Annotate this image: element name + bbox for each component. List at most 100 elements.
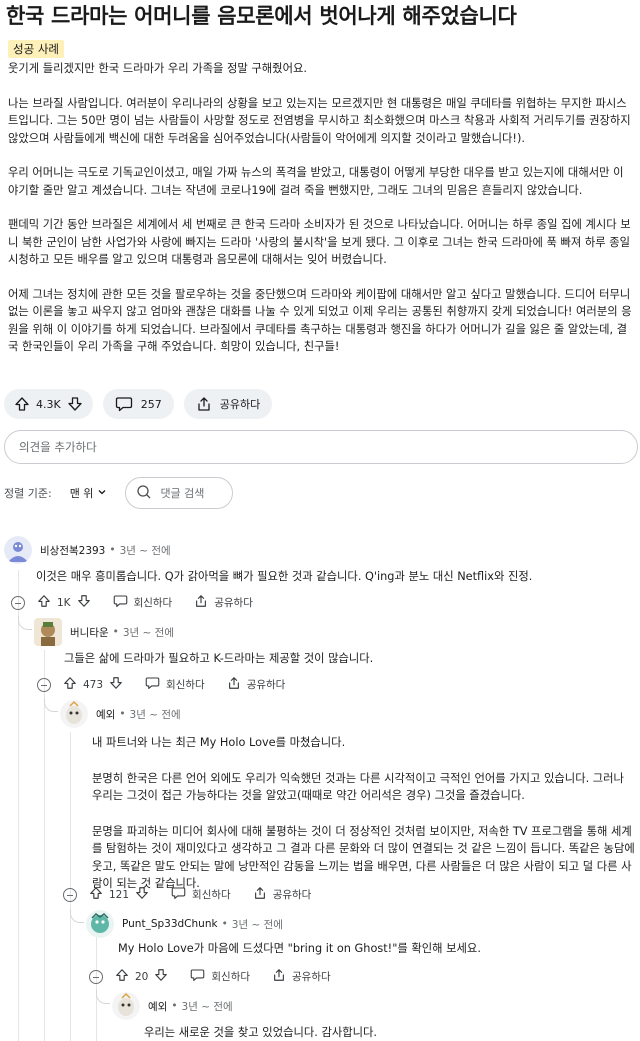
upvote-icon[interactable]	[14, 396, 30, 412]
comment-paragraph: 문명을 파괴하는 미디어 회사에 대해 불평하는 것이 더 정상적인 것처럼 보…	[92, 824, 635, 891]
comment-bubble-icon	[145, 676, 160, 693]
reply-button[interactable]: 회신하다	[190, 968, 250, 985]
sort-value: 맨 위	[69, 487, 94, 500]
post-paragraph: 팬데믹 기간 동안 브라질은 세계에서 세 번째로 큰 한국 드라마 소비자가 …	[8, 218, 631, 266]
comments-button[interactable]: 257	[102, 389, 174, 419]
comment-time: 3년 ~ 전에	[231, 918, 283, 931]
downvote-icon[interactable]	[67, 396, 83, 412]
reply-button[interactable]: 회신하다	[145, 676, 205, 693]
share-button[interactable]: 공유하다	[272, 968, 331, 985]
avatar[interactable]	[112, 992, 140, 1020]
comment-bubble-icon	[115, 396, 133, 412]
comment-paragraph: My Holo Love가 마음에 드셨다면 "bring it on Ghos…	[118, 942, 481, 955]
upvote-icon[interactable]	[89, 886, 103, 903]
share-label: 공유하다	[219, 398, 261, 411]
downvote-icon[interactable]	[154, 968, 168, 985]
comment-time: 3년 ~ 전에	[181, 1000, 233, 1013]
comment-time: 3년 ~ 전에	[122, 626, 174, 639]
post-vote-pill: 4.3K	[4, 389, 93, 419]
post-paragraph: 웃기게 들리겠지만 한국 드라마가 우리 가족을 정말 구해줬어요.	[8, 62, 307, 75]
comment-header: 예외 • 3년 ~ 전에	[60, 700, 636, 728]
share-icon	[227, 676, 241, 693]
sort-dropdown[interactable]: 맨 위	[70, 485, 108, 501]
share-button[interactable]: 공유하다	[194, 594, 253, 611]
collapse-icon[interactable]	[37, 677, 51, 692]
thread-elbow	[18, 616, 32, 630]
comment-header: 버니타운 • 3년 ~ 전에	[34, 618, 634, 646]
comment-author[interactable]: 비상전복2393	[40, 543, 105, 558]
comment-paragraph: 분명히 한국은 다른 언어 외에도 우리가 익숙했던 것과는 다른 시각적이고 …	[92, 771, 624, 803]
comment: 예외 • 3년 ~ 전에 우리는 새로운 것을 찾고 있었습니다. 감사합니다.	[112, 992, 636, 1041]
comment-vote-count: 1K	[57, 596, 71, 609]
downvote-icon[interactable]	[77, 594, 91, 611]
comment-author[interactable]: 버니타운	[70, 625, 109, 640]
comment-author[interactable]: Punt_Sp33dChunk	[122, 918, 218, 930]
reply-button[interactable]: 회신하다	[171, 886, 231, 903]
avatar[interactable]	[60, 700, 88, 728]
comment-search-input[interactable]: 댓글 검색	[125, 477, 234, 509]
share-button[interactable]: 공유하다	[183, 389, 273, 419]
comment-time: 3년 ~ 전에	[129, 708, 181, 721]
comment-header: Punt_Sp33dChunk • 3년 ~ 전에	[86, 910, 636, 938]
collapse-icon[interactable]	[11, 595, 25, 610]
chevron-down-icon	[97, 487, 107, 500]
comment-body: My Holo Love가 마음에 드셨다면 "bring it on Ghos…	[86, 940, 636, 958]
comment-count: 257	[140, 397, 162, 411]
avatar[interactable]	[4, 536, 32, 564]
comment-paragraph: 그들은 삶에 드라마가 필요하고 K-드라마는 제공할 것이 많습니다.	[64, 652, 374, 665]
post-vote-count: 4.3K	[36, 397, 61, 411]
comment: 예외 • 3년 ~ 전에 내 파트너와 나는 최근 My Holo Love를 …	[60, 700, 636, 893]
comment-time: 3년 ~ 전에	[119, 544, 171, 557]
upvote-icon[interactable]	[37, 594, 51, 611]
sort-label: 정렬 기준:	[4, 487, 52, 500]
comment-author[interactable]: 예외	[96, 707, 115, 722]
reply-label: 회신하다	[133, 597, 173, 609]
comment-vote: 1K	[37, 594, 91, 611]
thread-elbow	[96, 990, 110, 1004]
post-flair[interactable]: 성공 사례	[8, 40, 64, 58]
avatar[interactable]	[86, 910, 114, 938]
comment-header: 비상전복2393 • 3년 ~ 전에	[4, 536, 634, 564]
post-paragraph: 나는 브라질 사람입니다. 여러분이 우리나라의 상황을 보고 있는지는 모르겠…	[8, 96, 631, 145]
share-button[interactable]: 공유하다	[227, 676, 285, 693]
comment-header: 예외 • 3년 ~ 전에	[112, 992, 636, 1020]
share-icon	[196, 396, 212, 412]
comment-body: 그들은 삶에 드라마가 필요하고 K-드라마는 제공할 것이 많습니다.	[34, 650, 634, 668]
share-icon	[272, 968, 286, 985]
collapse-icon[interactable]	[89, 969, 103, 984]
post-body: 웃기게 들리겠지만 한국 드라마가 우리 가족을 정말 구해줬어요. 나는 브라…	[4, 60, 636, 356]
sort-row: 정렬 기준: 맨 위 댓글 검색	[4, 477, 234, 509]
downvote-icon[interactable]	[109, 676, 123, 693]
downvote-icon[interactable]	[135, 886, 149, 903]
comment-input-placeholder: 의견을 추가하다	[19, 440, 97, 454]
share-label: 공유하다	[214, 597, 253, 609]
reply-label: 회신하다	[211, 971, 251, 983]
comment-body: 우리는 새로운 것을 찾고 있었습니다. 감사합니다.	[112, 1024, 636, 1041]
upvote-icon[interactable]	[63, 676, 77, 693]
comment-bubble-icon	[171, 886, 186, 903]
avatar[interactable]	[34, 618, 62, 646]
comment-actions: 473 회신하다 공유하다	[37, 676, 307, 693]
comment-actions: 1K 회신하다 공유하다	[11, 594, 275, 611]
comment-input[interactable]: 의견을 추가하다	[4, 430, 638, 464]
comment-actions: 121 회신하다 공유하다	[63, 886, 333, 903]
comment-paragraph: 내 파트너와 나는 최근 My Holo Love를 마쳤습니다.	[92, 736, 346, 749]
share-icon	[194, 594, 208, 611]
comment: 비상전복2393 • 3년 ~ 전에 이것은 매우 흥미롭습니다. Q가 갉아먹…	[4, 536, 634, 586]
comment-author[interactable]: 예외	[148, 999, 167, 1014]
comment-vote-count: 20	[135, 970, 149, 983]
upvote-icon[interactable]	[115, 968, 129, 985]
comment-body: 이것은 매우 흥미롭습니다. Q가 갉아먹을 뼈가 필요한 것과 같습니다. Q…	[4, 568, 634, 586]
post-paragraph: 어제 그녀는 정치에 관한 모든 것을 팔로우하는 것을 중단했으며 드라마와 …	[8, 287, 632, 354]
comment-search-placeholder: 댓글 검색	[160, 487, 205, 500]
comment: Punt_Sp33dChunk • 3년 ~ 전에 My Holo Love가 …	[86, 910, 636, 958]
comment-vote: 20	[115, 968, 168, 985]
collapse-icon[interactable]	[63, 887, 77, 902]
share-button[interactable]: 공유하다	[253, 886, 311, 903]
thread-elbow	[44, 698, 58, 712]
post-title[interactable]: 한국 드라마는 어머니를 음모론에서 벗어나게 해주었습니다	[4, 2, 636, 30]
comment-vote-count: 121	[109, 888, 130, 901]
post-actions: 4.3K 257 공유하다	[4, 389, 273, 419]
post-paragraph: 우리 어머니는 극도로 기독교인이셨고, 매일 가짜 뉴스의 폭격을 받았고, …	[8, 166, 624, 197]
reply-button[interactable]: 회신하다	[113, 594, 173, 611]
